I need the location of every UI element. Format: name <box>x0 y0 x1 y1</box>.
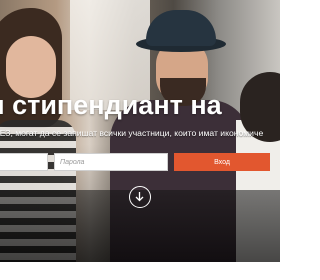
hero-section: и стипендиант на ЧЕЗ, могат да се запиша… <box>0 0 280 262</box>
arrow-down-circle-icon[interactable] <box>129 186 151 208</box>
arrow-down-icon <box>135 192 144 202</box>
password-input[interactable] <box>54 153 168 171</box>
background-photo-hat-top <box>146 10 216 46</box>
login-button[interactable]: Вход <box>174 153 270 171</box>
username-input[interactable] <box>0 153 48 171</box>
hero-headline: и стипендиант на <box>0 90 222 120</box>
hero-subtitle: ЧЕЗ, могат да се запишат всички участниц… <box>0 128 264 138</box>
page-bottom-strip <box>0 262 280 280</box>
background-photo-person-left-face <box>6 36 56 98</box>
